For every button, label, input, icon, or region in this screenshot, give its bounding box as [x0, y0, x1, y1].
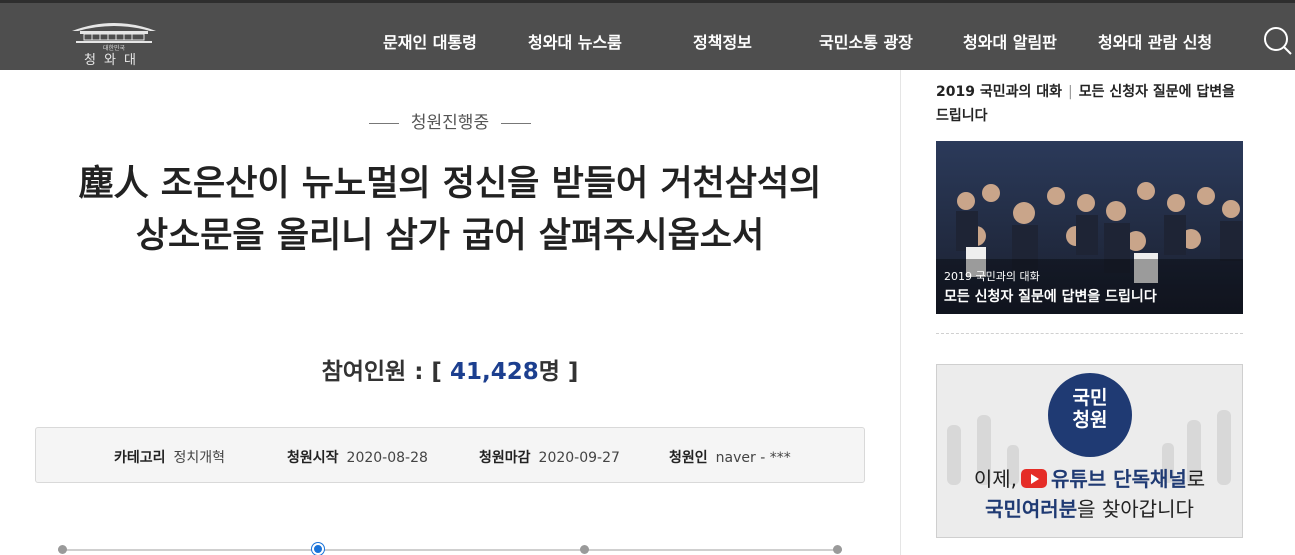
banner1-caption-large: 모든 신청자 질문에 답변을 드립니다 — [944, 289, 1157, 305]
petition-progress — [58, 543, 842, 555]
start-value: 2020-08-28 — [346, 450, 428, 466]
nav-item-newsroom[interactable]: 청와대 뉴스룸 — [528, 29, 622, 53]
cheongwadae-logo[interactable]: 대한민국 청와대 — [66, 13, 162, 68]
category-value: 정치개혁 — [173, 450, 226, 466]
top-header: 대한민국 청와대 문재인 대통령 청와대 뉴스룸 정책정보 국민소통 광장 청와… — [0, 0, 1295, 70]
sidebar-dashed-divider — [936, 333, 1243, 334]
search-icon — [1264, 27, 1292, 55]
count-unit: 명 ] — [538, 359, 579, 385]
nav-item-policy[interactable]: 정책정보 — [693, 29, 752, 53]
petition-status: 청원진행중 — [0, 108, 900, 133]
national-dialogue-banner[interactable]: 2019 국민과의 대화 모든 신청자 질문에 답변을 드립니다 — [936, 141, 1243, 314]
author-label: 청원인 — [669, 450, 708, 466]
status-dash-right — [501, 122, 532, 124]
youtube-icon — [1021, 469, 1047, 488]
count-label: 참여인원 : [ — [321, 359, 442, 385]
badge-line1: 국민 — [1072, 387, 1108, 409]
banner2-line1: 이제, 유튜브 단독채널로 — [937, 463, 1242, 492]
search-button[interactable] — [1262, 25, 1292, 55]
sidebar-title[interactable]: 2019 국민과의 대화 | 모든 신청자 질문에 답변을 드립니다 — [936, 80, 1248, 128]
progress-step-1 — [58, 545, 67, 554]
banner2-line1-post: 로 — [1186, 467, 1206, 491]
banner2-line2: 국민여러분을 찾아갑니다 — [937, 493, 1242, 522]
nav-item-president[interactable]: 문재인 대통령 — [383, 29, 477, 53]
sidebar-divider — [900, 70, 901, 555]
logo-text: 청와대 — [84, 53, 144, 68]
nav-item-communication[interactable]: 국민소통 광장 — [819, 29, 913, 53]
petition-badge: 국민 청원 — [1048, 373, 1132, 457]
youtube-channel-banner[interactable]: 국민 청원 이제, 유튜브 단독채널로 국민여러분을 찾아갑니다 — [936, 364, 1243, 538]
banner2-line2-post: 을 찾아갑니다 — [1077, 497, 1194, 521]
progress-step-4 — [833, 545, 842, 554]
count-value: 41,428 — [449, 359, 539, 385]
end-value: 2020-09-27 — [538, 450, 620, 466]
participant-count: 참여인원 : [ 41,428명 ] — [0, 352, 900, 386]
banner2-line1-strong: 유튜브 단독채널 — [1051, 467, 1187, 491]
info-category: 카테고리 정치개혁 — [114, 447, 225, 467]
progress-step-3 — [580, 545, 589, 554]
banner1-caption-small: 2019 국민과의 대화 — [944, 270, 1040, 283]
sidebar-title-part1: 2019 국민과의 대화 — [936, 84, 1062, 100]
badge-line2: 청원 — [1072, 409, 1108, 431]
end-label: 청원마감 — [479, 450, 531, 466]
info-author: 청원인 naver - *** — [669, 447, 791, 467]
info-start: 청원시작 2020-08-28 — [287, 447, 428, 467]
start-label: 청원시작 — [287, 450, 339, 466]
banner2-line1-pre: 이제, — [973, 467, 1017, 491]
progress-line — [58, 549, 842, 551]
banner2-line2-strong: 국민여러분 — [985, 497, 1078, 521]
category-label: 카테고리 — [114, 450, 166, 466]
status-text: 청원진행중 — [410, 113, 490, 133]
status-dash-left — [368, 122, 399, 124]
progress-step-2 — [312, 543, 324, 555]
info-end: 청원마감 2020-09-27 — [479, 447, 620, 467]
petition-info-box: 카테고리 정치개혁 청원시작 2020-08-28 청원마감 2020-09-27 청… — [35, 427, 865, 483]
petition-title: 塵人 조은산이 뉴노멀의 정신을 받들어 거천삼석의 상소문을 올리니 삼가 굽… — [78, 164, 822, 256]
nav-item-tour[interactable]: 청와대 관람 신청 — [1098, 29, 1212, 53]
author-value: naver - *** — [715, 450, 791, 466]
nav-item-notice[interactable]: 청와대 알림판 — [963, 29, 1057, 53]
sidebar-title-sep: | — [1068, 84, 1073, 100]
